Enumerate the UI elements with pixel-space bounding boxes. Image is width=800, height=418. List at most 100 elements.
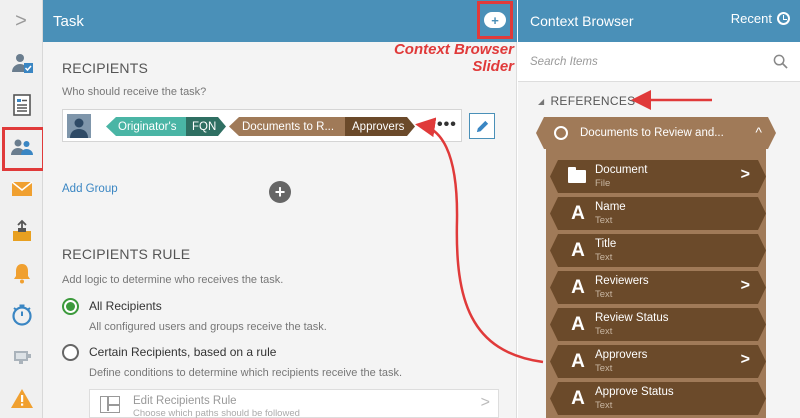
- rail-errors[interactable]: [0, 378, 43, 418]
- radio-all-recipients-label[interactable]: All Recipients: [89, 299, 162, 313]
- item-type: Text: [595, 326, 613, 337]
- text-icon: A: [571, 277, 585, 298]
- rail-reminders[interactable]: [0, 252, 43, 294]
- item-type: Text: [595, 400, 613, 411]
- triangle-down-icon: ◢: [538, 96, 545, 106]
- text-icon: A: [571, 314, 585, 335]
- document-list-icon: [12, 94, 31, 116]
- edit-rule-subtitle: Choose which paths should be followed: [133, 408, 300, 418]
- envelope-icon: [11, 181, 32, 196]
- stopwatch-icon: [11, 304, 32, 326]
- reference-item-approvers[interactable]: A Approvers Text >: [550, 345, 766, 378]
- more-options-icon[interactable]: •••: [437, 116, 457, 134]
- radio-certain-recipients-desc: Define conditions to determine which rec…: [89, 367, 403, 379]
- rail-forms[interactable]: [0, 84, 43, 126]
- item-name: Approve Status: [595, 386, 674, 398]
- screen-icon: [13, 351, 31, 364]
- item-type: Text: [595, 215, 613, 226]
- reference-item-title[interactable]: A Title Text: [550, 234, 766, 267]
- rail-escalations[interactable]: [0, 294, 43, 336]
- warning-icon: [10, 389, 33, 408]
- item-type: Text: [595, 252, 613, 263]
- user-check-icon: [11, 54, 33, 73]
- reference-item-approve-status[interactable]: A Approve Status Text: [550, 382, 766, 415]
- rail-recipients[interactable]: [0, 126, 45, 171]
- task-header: Task +: [43, 0, 517, 42]
- item-type: Text: [595, 363, 613, 374]
- recipients-question: Who should receive the task?: [62, 86, 207, 98]
- context-browser-title: Context Browser: [530, 13, 634, 29]
- plus-pill-icon: +: [484, 12, 506, 28]
- recent-button[interactable]: Recent: [731, 11, 790, 26]
- recipient-chip-approvers[interactable]: Documents to R... Approvers: [229, 117, 415, 136]
- user-avatar-icon: [67, 114, 91, 138]
- layout-panel-icon: [100, 396, 120, 413]
- edit-rule-title: Edit Recipients Rule: [133, 395, 237, 407]
- add-group-plus-icon[interactable]: +: [269, 181, 291, 203]
- context-browser-slider-button[interactable]: +: [477, 1, 513, 39]
- reference-item-review-status[interactable]: A Review Status Text: [550, 308, 766, 341]
- edit-recipients-rule-button[interactable]: Edit Recipients Rule Choose which paths …: [89, 389, 499, 418]
- task-panel: RECIPIENTS Who should receive the task? …: [43, 42, 517, 418]
- chevron-right-icon: >: [740, 277, 750, 294]
- inbox-upload-icon: [12, 219, 31, 241]
- left-icon-rail: >: [0, 0, 45, 418]
- pencil-icon: [476, 120, 488, 132]
- text-icon: A: [571, 203, 585, 224]
- recipient-group-row[interactable]: Originator's FQN Documents to R... Approve…: [62, 109, 462, 142]
- rail-outcomes[interactable]: [0, 210, 43, 252]
- search-icon[interactable]: [773, 54, 788, 69]
- recipients-heading: RECIPIENTS: [62, 60, 149, 76]
- bell-icon: [13, 264, 30, 284]
- text-icon: A: [571, 351, 585, 372]
- slider-callout: Context Browser Slider: [394, 41, 514, 75]
- item-name: Reviewers: [595, 275, 649, 287]
- recipients-rule-heading: RECIPIENTS RULE: [62, 246, 191, 262]
- text-icon: A: [571, 240, 585, 261]
- callout-line-2: Slider: [472, 58, 514, 75]
- recent-label: Recent: [730, 11, 772, 26]
- rail-display[interactable]: [0, 336, 43, 378]
- chevron-right-icon: >: [15, 9, 27, 32]
- item-type: File: [595, 178, 611, 189]
- context-browser-body: ◢ REFERENCES Documents to Review and... …: [518, 82, 800, 418]
- recipient-chip-originator[interactable]: Originator's FQN: [106, 117, 226, 136]
- item-name: Name: [595, 201, 626, 213]
- rail-notifications-email[interactable]: [0, 168, 43, 210]
- item-name: Title: [595, 238, 617, 250]
- folder-icon: [568, 170, 586, 183]
- chevron-right-icon: >: [480, 394, 490, 411]
- radio-certain-recipients-label[interactable]: Certain Recipients, based on a rule: [89, 345, 276, 359]
- group-label: Documents to Review and...: [580, 127, 724, 139]
- task-title: Task: [53, 12, 84, 30]
- edit-recipient-button[interactable]: [469, 113, 495, 139]
- chip-label: Originator's: [106, 117, 186, 136]
- search-items-input[interactable]: [518, 42, 758, 82]
- references-label: REFERENCES: [550, 94, 636, 108]
- chip-value: FQN: [186, 117, 226, 136]
- context-browser-header: Context Browser Recent: [518, 0, 800, 42]
- reference-item-reviewers[interactable]: A Reviewers Text >: [550, 271, 766, 304]
- radio-all-recipients[interactable]: [62, 298, 79, 315]
- chevron-right-icon: >: [740, 166, 750, 183]
- expand-rail-button[interactable]: >: [0, 0, 42, 42]
- callout-line-1: Context Browser: [393, 41, 514, 58]
- item-name: Review Status: [595, 312, 669, 324]
- radio-certain-recipients[interactable]: [62, 344, 79, 361]
- item-name: Document: [595, 164, 648, 176]
- reference-item-document[interactable]: Document File >: [550, 160, 766, 193]
- rail-user-tasks[interactable]: [0, 42, 43, 84]
- users-icon: [10, 139, 33, 155]
- chevron-up-icon: ^: [755, 124, 762, 140]
- references-section-toggle[interactable]: ◢ REFERENCES: [538, 94, 635, 108]
- chip-label: Documents to R...: [229, 117, 345, 136]
- item-name: Approvers: [595, 349, 648, 361]
- chevron-right-icon: >: [740, 351, 750, 368]
- group-icon: [554, 126, 568, 140]
- reference-item-name[interactable]: A Name Text: [550, 197, 766, 230]
- reference-group-documents[interactable]: Documents to Review and... ^: [536, 117, 776, 149]
- add-group-link[interactable]: Add Group: [62, 183, 118, 195]
- radio-all-recipients-desc: All configured users and groups receive …: [89, 321, 327, 333]
- chip-value: Approvers: [345, 117, 415, 136]
- recipients-rule-description: Add logic to determine who receives the …: [62, 274, 284, 286]
